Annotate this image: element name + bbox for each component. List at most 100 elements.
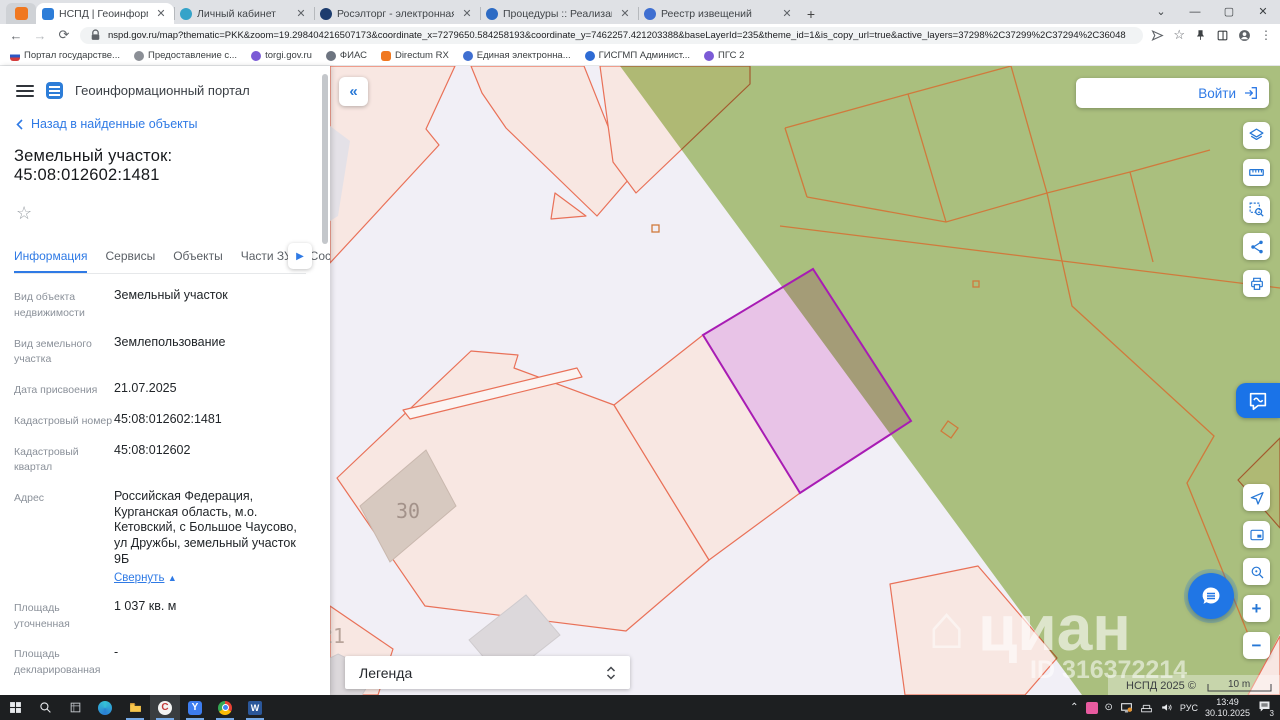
tray-expand-icon[interactable]: ⌃ [1070, 702, 1078, 713]
measure-button[interactable] [1243, 159, 1270, 186]
address-bar[interactable]: nspd.gov.ru/map?thematic=PKK&zoom=19.298… [80, 26, 1144, 44]
bookmark-item[interactable]: ФИАС [325, 50, 367, 61]
collapse-panel-button[interactable]: « [339, 77, 368, 106]
bookmark-item[interactable]: Единая электронна... [462, 50, 571, 61]
chrome-taskbar-icon[interactable] [210, 695, 240, 720]
reading-list-icon[interactable] [1216, 29, 1229, 42]
profile-avatar-icon[interactable] [1238, 29, 1251, 42]
extension-pin-icon[interactable] [1194, 29, 1207, 42]
support-chat-button[interactable] [1188, 573, 1234, 619]
word-taskbar-icon[interactable]: W [240, 695, 270, 720]
panel-scrollbar[interactable] [322, 70, 328, 691]
area-search-button[interactable] [1243, 196, 1270, 223]
bookmarks-bar: Портал государстве... Предоставление с..… [0, 46, 1280, 66]
language-indicator[interactable]: РУС [1180, 703, 1198, 713]
bookmark-star-icon[interactable]: ☆ [1173, 27, 1185, 43]
browser-tab-nspd[interactable]: НСПД | Геоинформационный п ✕ [36, 3, 174, 24]
window-maximize-button[interactable]: ▢ [1212, 0, 1246, 24]
cadastral-map: 30 21 ⌂ циан [330, 66, 1280, 695]
pinned-tab[interactable] [6, 3, 36, 24]
feedback-widget-button[interactable] [1236, 383, 1280, 418]
yandex-browser-taskbar-icon[interactable]: Y [180, 695, 210, 720]
tab-close-icon[interactable]: ✕ [618, 7, 632, 20]
new-tab-button[interactable]: + [800, 3, 822, 24]
tab-close-icon[interactable]: ✕ [294, 7, 308, 20]
tab-parcel-parts[interactable]: Части ЗУ [241, 243, 292, 273]
bookmark-item[interactable]: Directum RX [380, 50, 449, 61]
tab-services[interactable]: Сервисы [105, 243, 155, 273]
edge-logo-icon [98, 700, 112, 715]
volume-icon[interactable] [1160, 701, 1173, 714]
start-button[interactable] [0, 695, 30, 720]
browser-tab-procedures[interactable]: Процедуры :: Реализация гос ✕ [480, 3, 638, 24]
share-button[interactable] [1243, 233, 1270, 260]
bookmark-favicon [704, 50, 715, 61]
bookmark-item[interactable]: torgi.gov.ru [251, 50, 312, 61]
favorite-star-icon[interactable]: ☆ [16, 203, 38, 225]
building-number-label: 30 [396, 499, 420, 523]
browser-tab-roseltorg[interactable]: Росэлторг - электронная торго ✕ [314, 3, 480, 24]
tray-sync-icon[interactable]: ⊙ [1105, 702, 1113, 713]
window-menu-icon[interactable]: ⌄ [1144, 0, 1178, 24]
print-button[interactable] [1243, 270, 1270, 297]
minimap-button[interactable] [1243, 521, 1270, 548]
word-logo-icon: W [248, 700, 262, 715]
tab-close-icon[interactable]: ✕ [780, 7, 794, 20]
browser-tab-lk[interactable]: Личный кабинет ✕ [174, 3, 314, 24]
layers-button[interactable] [1243, 122, 1270, 149]
network-icon[interactable] [1140, 701, 1153, 714]
tray-app-icon[interactable] [1085, 701, 1098, 714]
task-view-button[interactable] [60, 695, 90, 720]
back-to-results-link[interactable]: Назад в найденные объекты [16, 117, 306, 131]
edge-taskbar-icon[interactable] [90, 695, 120, 720]
tab-title: Реестр извещений [661, 7, 752, 20]
tab-title: Росэлторг - электронная торго [337, 7, 454, 20]
tab-close-icon[interactable]: ✕ [460, 7, 474, 20]
zoom-out-button[interactable]: − [1243, 632, 1270, 659]
browser-tab-registry[interactable]: Реестр извещений ✕ [638, 3, 800, 24]
forward-icon[interactable]: → [32, 28, 48, 43]
tab-information[interactable]: Информация [14, 243, 88, 273]
chrome-logo-icon [218, 700, 232, 715]
file-explorer-taskbar-icon[interactable] [120, 695, 150, 720]
menu-hamburger-icon[interactable] [16, 84, 34, 97]
zoom-in-button[interactable]: + [1243, 595, 1270, 622]
share-page-icon[interactable] [1151, 29, 1165, 42]
browser-tab-strip: НСПД | Геоинформационный п ✕ Личный каби… [0, 0, 1280, 24]
window-minimize-button[interactable]: — [1178, 0, 1212, 24]
search-object-icon [1251, 566, 1263, 578]
collapse-address-link[interactable]: Свернуть [114, 571, 164, 585]
object-search-button[interactable] [1243, 558, 1270, 585]
parcel-title: Земельный участок: 45:08:012602:1481 [14, 147, 173, 184]
browser-toolbar: ← → ⟳ nspd.gov.ru/map?thematic=PKK&zoom=… [0, 24, 1280, 46]
attribute-row: Вид земельного участка Землепользование [14, 334, 226, 366]
bookmark-item[interactable]: ГИСГМП Админист... [584, 50, 690, 61]
login-button[interactable]: Войти [1076, 78, 1269, 108]
bookmark-item[interactable]: Портал государстве... [10, 50, 120, 61]
reload-icon[interactable]: ⟳ [56, 27, 72, 43]
taskbar-search-button[interactable] [30, 695, 60, 720]
notification-center-button[interactable]: 3 [1257, 699, 1276, 718]
taskbar-clock[interactable]: 13:49 30.10.2025 [1205, 697, 1250, 718]
area-select-icon [1249, 202, 1264, 217]
tray-display-icon[interactable] [1120, 701, 1133, 714]
active-app-taskbar-icon[interactable]: C [150, 695, 180, 720]
tab-favicon [42, 7, 54, 20]
tab-objects[interactable]: Объекты [173, 243, 223, 273]
tabs-scroll-right-button[interactable]: ▶ [288, 243, 312, 269]
back-icon[interactable]: ← [8, 28, 24, 43]
bookmark-item[interactable]: ПГС 2 [704, 50, 744, 61]
share-icon [1250, 240, 1263, 253]
attribute-row: Площадь уточненная 1 037 кв. м [14, 598, 177, 630]
chevron-up-icon: ▲ [167, 573, 177, 584]
bookmark-item[interactable]: Предоставление с... [133, 50, 237, 61]
bookmark-favicon [251, 50, 262, 61]
my-location-button[interactable] [1243, 484, 1270, 511]
map-canvas[interactable]: 30 21 ⌂ циан [330, 66, 1280, 695]
tab-favicon [486, 7, 498, 20]
address-value: Российская Федерация, Курганская область… [114, 489, 297, 566]
tab-close-icon[interactable]: ✕ [154, 7, 168, 20]
browser-menu-icon[interactable]: ⋮ [1260, 28, 1272, 42]
legend-toggle[interactable]: Легенда [345, 656, 630, 689]
window-close-button[interactable]: ✕ [1246, 0, 1280, 24]
